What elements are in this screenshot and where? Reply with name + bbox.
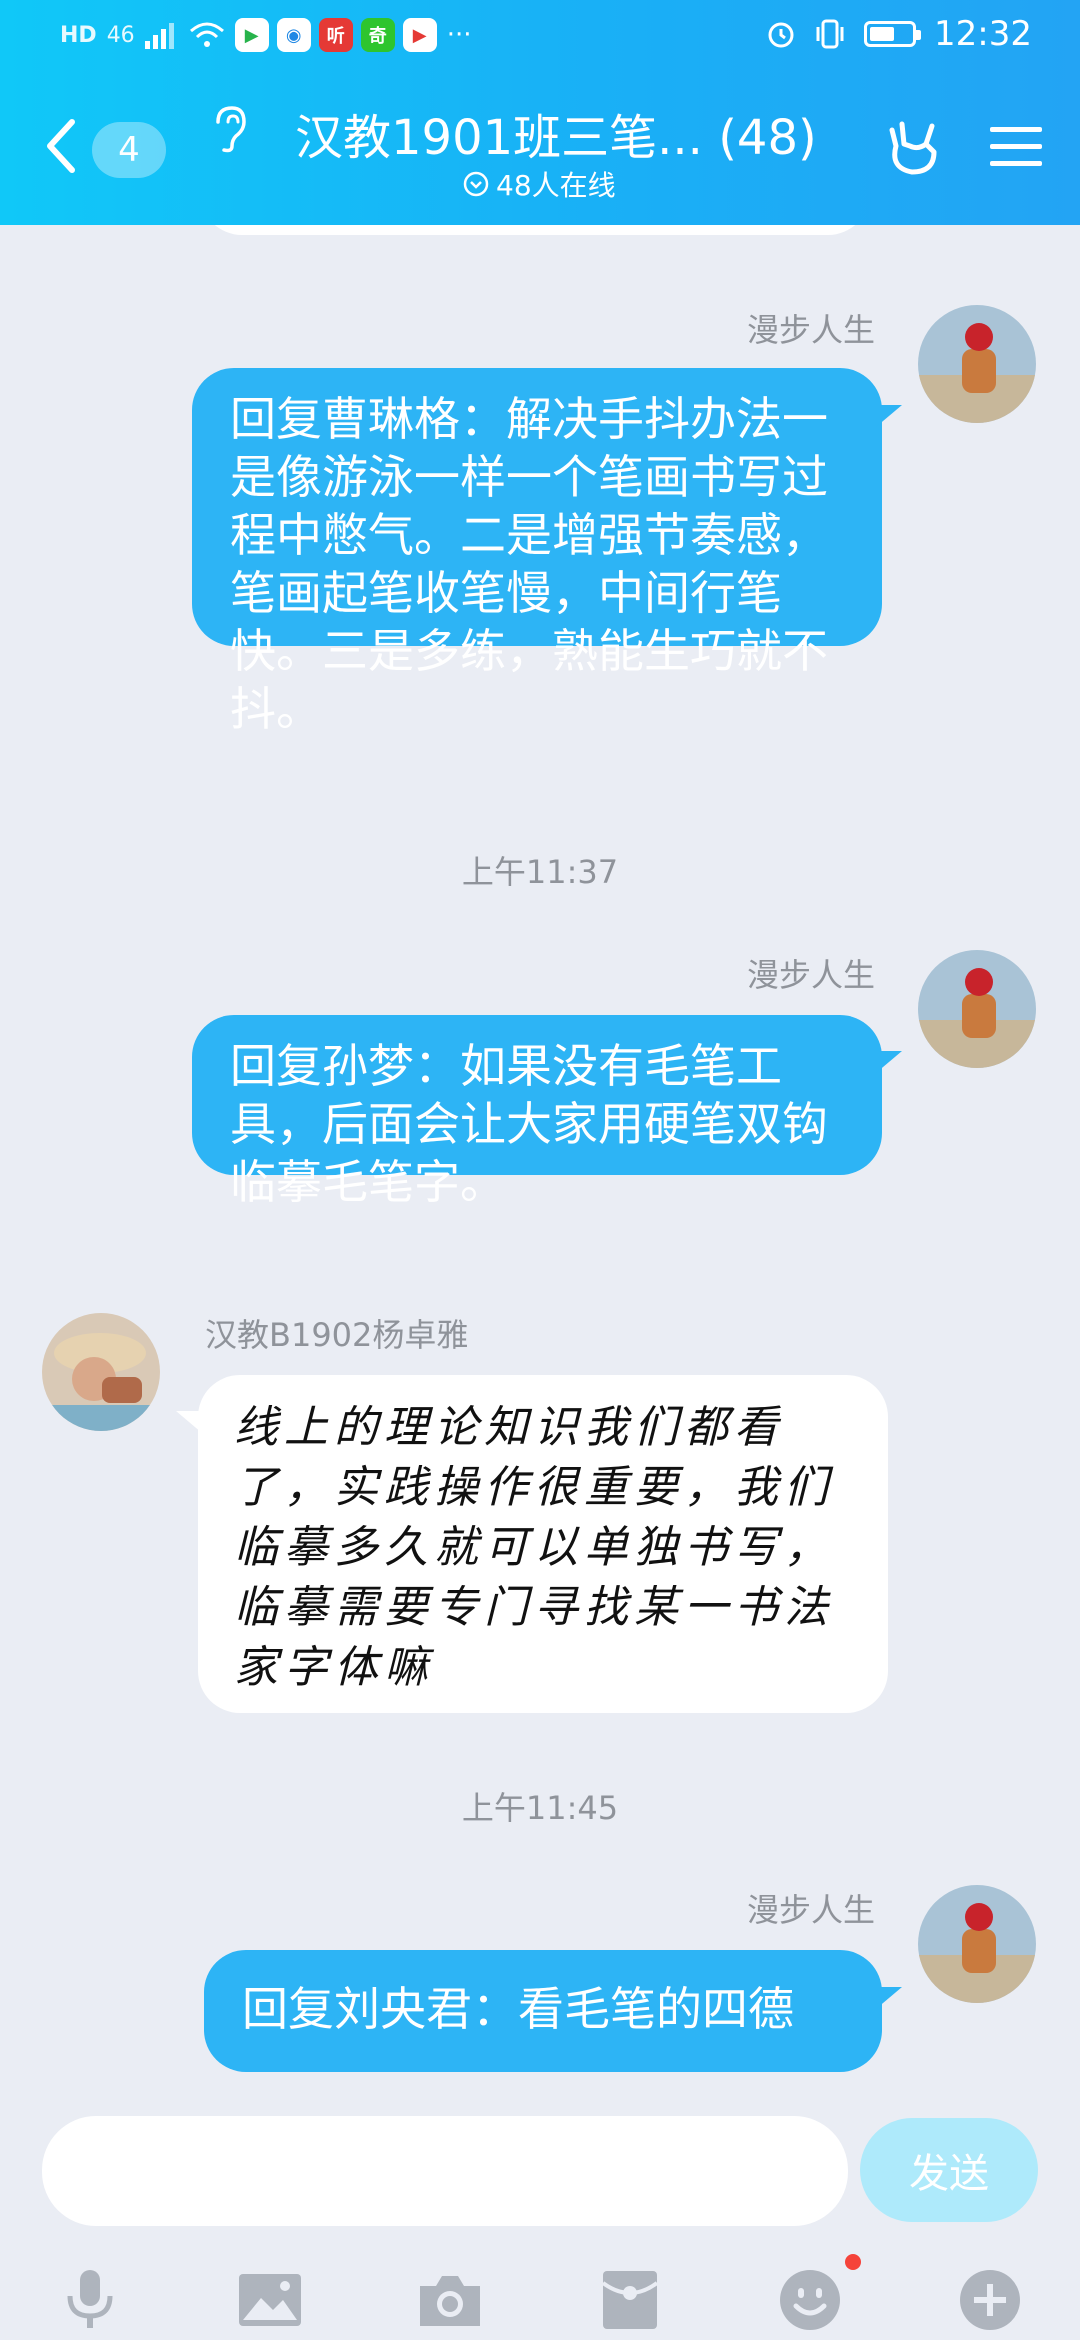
voice-button[interactable] bbox=[50, 2260, 130, 2340]
chevron-down-circle-icon bbox=[463, 171, 489, 197]
message-text: 回复曹琳格：解决手抖办法一是像游泳一样一个笔画书写过程中憋气。二是增强节奏感，笔… bbox=[230, 392, 828, 736]
video-app-icon: ▶ bbox=[234, 18, 269, 52]
message-text: 回复孙梦：如果没有毛笔工具，后面会让大家用硬笔双钩临摹毛笔字。 bbox=[230, 1039, 828, 1209]
timestamp: 上午11:37 bbox=[461, 853, 619, 891]
send-button[interactable]: 发送 bbox=[860, 2118, 1038, 2222]
hd-indicator: HD bbox=[60, 22, 97, 48]
sender-name[interactable]: 汉教B1902杨卓雅 bbox=[205, 1310, 468, 1356]
avatar[interactable] bbox=[918, 950, 1036, 1068]
red-packet-icon bbox=[601, 2271, 659, 2329]
message-bubble[interactable]: 回复孙梦：如果没有毛笔工具，后面会让大家用硬笔双钩临摹毛笔字。 bbox=[192, 1015, 882, 1209]
bubble-tail bbox=[876, 1051, 902, 1073]
iqiyi-app-icon: 奇 bbox=[360, 18, 395, 52]
avatar[interactable] bbox=[918, 1885, 1036, 2003]
online-status[interactable]: 48人在线 bbox=[462, 164, 616, 204]
message-list[interactable]: 漫步人生 回复曹琳格：解决手抖办法一是像游泳一样一个笔画书写过程中憋气。二是增强… bbox=[0, 225, 1080, 2115]
video2-app-icon: ▶ bbox=[402, 18, 437, 52]
sender-name[interactable]: 漫步人生 bbox=[747, 1885, 875, 1931]
input-bar: 发送 bbox=[0, 2100, 1080, 2340]
online-count: 48人在线 bbox=[496, 169, 616, 202]
microphone-icon bbox=[67, 2270, 113, 2328]
sender-name[interactable]: 漫步人生 bbox=[747, 305, 875, 351]
network-label: 46 bbox=[106, 22, 135, 48]
red-packet-button[interactable] bbox=[590, 2260, 670, 2340]
chat-header: HD 46 ▶ ◉ 听奇 ▶ ··· 12:32 4 汉教1901班三笔... … bbox=[0, 0, 1080, 225]
message-text: 线上的理论知识我们都看了，实践操作很重要，我们临摹多久就可以单独书写，临摹需要专… bbox=[234, 1402, 834, 1693]
input-toolbar bbox=[0, 2254, 1080, 2340]
timestamp: 上午11:45 bbox=[461, 1789, 619, 1827]
previous-message-bubble[interactable] bbox=[200, 225, 870, 235]
alarm-icon bbox=[768, 22, 794, 48]
bubble-tail bbox=[176, 1411, 202, 1433]
camera-icon bbox=[420, 2276, 480, 2326]
message-bubble[interactable]: 回复曹琳格：解决手抖办法一是像游泳一样一个笔画书写过程中憋气。二是增强节奏感，笔… bbox=[192, 368, 882, 736]
browser-app-icon: ◉ bbox=[276, 18, 311, 52]
sender-name[interactable]: 漫步人生 bbox=[747, 950, 875, 996]
avatar[interactable] bbox=[918, 305, 1036, 423]
back-chevron-icon[interactable] bbox=[44, 118, 78, 174]
avatar[interactable] bbox=[42, 1313, 160, 1431]
camera-button[interactable] bbox=[410, 2260, 490, 2340]
more-notifications-icon: ··· bbox=[446, 20, 472, 50]
bubble-tail bbox=[876, 405, 902, 427]
emoji-icon bbox=[780, 2270, 840, 2330]
listen-app-icon: 听 bbox=[318, 18, 353, 52]
battery-icon bbox=[864, 21, 922, 47]
group-title[interactable]: 汉教1901班三笔... (48) bbox=[295, 98, 817, 168]
message-bubble[interactable]: 线上的理论知识我们都看了，实践操作很重要，我们临摹多久就可以单独书写，临摹需要专… bbox=[198, 1375, 888, 1713]
notification-dot bbox=[845, 2254, 861, 2270]
bubble-tail bbox=[876, 1987, 902, 2009]
ear-icon[interactable] bbox=[210, 104, 250, 154]
image-button[interactable] bbox=[230, 2260, 310, 2340]
message-input[interactable] bbox=[42, 2116, 848, 2226]
clock: 12:32 bbox=[934, 14, 1032, 54]
vibrate-icon bbox=[816, 19, 844, 49]
hand-gesture-icon[interactable] bbox=[882, 116, 944, 178]
status-bar: HD 46 ▶ ◉ 听奇 ▶ ··· 12:32 bbox=[0, 0, 1080, 75]
signal-icon bbox=[144, 23, 174, 49]
message-bubble[interactable]: 回复刘央君：看毛笔的四德 bbox=[204, 1950, 882, 2072]
wifi-icon bbox=[189, 22, 224, 47]
message-text: 回复刘央君：看毛笔的四德 bbox=[242, 1982, 794, 2036]
image-icon bbox=[239, 2274, 301, 2326]
emoji-button[interactable] bbox=[770, 2260, 850, 2340]
plus-circle-icon bbox=[960, 2270, 1020, 2330]
unread-badge[interactable]: 4 bbox=[92, 122, 166, 178]
menu-icon[interactable] bbox=[988, 123, 1044, 171]
more-button[interactable] bbox=[950, 2260, 1030, 2340]
